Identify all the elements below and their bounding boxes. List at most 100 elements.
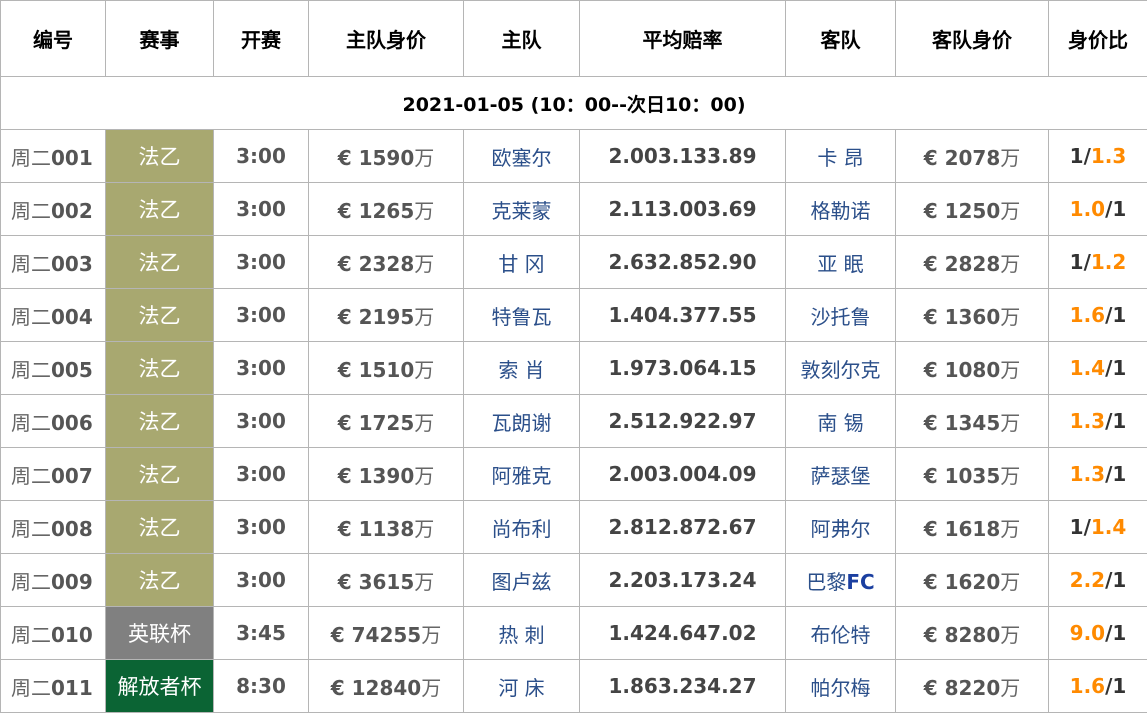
away-value: € 8280万	[895, 606, 1049, 660]
home-value-unit: 万	[421, 622, 442, 647]
value-ratio: 1.3/1	[1048, 447, 1147, 501]
away-value-amount: € 1250	[923, 198, 1001, 223]
away-value: € 1620万	[895, 553, 1049, 607]
ratio-right: /1	[1105, 197, 1127, 221]
home-value-amount: € 1390	[337, 463, 415, 488]
league-badge: 法乙	[105, 235, 214, 289]
away-value-unit: 万	[1000, 622, 1021, 647]
home-value-unit: 万	[421, 675, 442, 700]
average-odds: 1.973.064.15	[579, 341, 786, 395]
match-day: 周二	[11, 463, 51, 488]
table-row: 周二009 法乙 3:00 € 3615万 图卢兹 2.203.173.24 巴…	[0, 553, 1147, 607]
away-team-name: 沙托鲁	[810, 304, 871, 329]
away-value: € 2078万	[895, 129, 1049, 183]
match-id: 周二002	[0, 182, 106, 236]
away-value-unit: 万	[1000, 357, 1021, 382]
match-number: 002	[51, 198, 93, 223]
kickoff-time: 3:45	[213, 606, 309, 660]
away-team-name: 帕尔梅	[810, 675, 871, 700]
away-value: € 1618万	[895, 500, 1049, 554]
away-value-amount: € 8220	[923, 675, 1001, 700]
ratio-left: 1.6	[1069, 674, 1106, 698]
away-team: 南 锡	[785, 394, 896, 448]
home-team: 热 刺	[463, 606, 580, 660]
away-value: € 1360万	[895, 288, 1049, 342]
ratio-left: 1.3	[1069, 462, 1106, 486]
away-value-amount: € 1345	[923, 410, 1001, 435]
kickoff-time: 3:00	[213, 235, 309, 289]
league-badge: 法乙	[105, 182, 214, 236]
away-value-amount: € 2078	[923, 145, 1001, 170]
ratio-right: /1	[1105, 462, 1127, 486]
col-header-time: 开赛	[213, 0, 309, 77]
match-day: 周二	[11, 304, 51, 329]
match-id: 周二006	[0, 394, 106, 448]
match-number: 006	[51, 410, 93, 435]
average-odds: 2.203.173.24	[579, 553, 786, 607]
ratio-left: 1.6	[1069, 303, 1106, 327]
away-value-amount: € 2828	[923, 251, 1001, 276]
match-day: 周二	[11, 357, 51, 382]
match-id: 周二008	[0, 500, 106, 554]
match-id: 周二001	[0, 129, 106, 183]
ratio-right: /1	[1105, 674, 1127, 698]
value-ratio: 2.2/1	[1048, 553, 1147, 607]
match-day: 周二	[11, 569, 51, 594]
kickoff-time: 8:30	[213, 659, 309, 713]
home-value: € 2328万	[308, 235, 464, 289]
away-team-name: 阿弗尔	[810, 516, 871, 541]
home-value: € 12840万	[308, 659, 464, 713]
away-value-unit: 万	[1000, 145, 1021, 170]
match-number: 011	[51, 675, 93, 700]
away-value-unit: 万	[1000, 410, 1021, 435]
league-badge: 法乙	[105, 394, 214, 448]
match-number: 004	[51, 304, 93, 329]
home-value-amount: € 1265	[337, 198, 415, 223]
match-id: 周二010	[0, 606, 106, 660]
away-value: € 1080万	[895, 341, 1049, 395]
ratio-right: /1	[1105, 409, 1127, 433]
col-header-id: 编号	[0, 0, 106, 77]
away-team-name: 南 锡	[817, 410, 864, 435]
away-team: 帕尔梅	[785, 659, 896, 713]
home-team: 阿雅克	[463, 447, 580, 501]
away-value-unit: 万	[1000, 569, 1021, 594]
league-badge: 法乙	[105, 341, 214, 395]
home-value-unit: 万	[414, 357, 435, 382]
match-number: 010	[51, 622, 93, 647]
league-badge: 法乙	[105, 129, 214, 183]
match-number: 003	[51, 251, 93, 276]
home-value-amount: € 3615	[337, 569, 415, 594]
ratio-right: /1	[1105, 568, 1127, 592]
value-ratio: 1.4/1	[1048, 341, 1147, 395]
away-value: € 1345万	[895, 394, 1049, 448]
table-row: 周二006 法乙 3:00 € 1725万 瓦朗谢 2.512.922.97 南…	[0, 394, 1147, 448]
home-team: 河 床	[463, 659, 580, 713]
match-number: 007	[51, 463, 93, 488]
value-ratio: 1.0/1	[1048, 182, 1147, 236]
match-number: 001	[51, 145, 93, 170]
col-header-away: 客队	[785, 0, 896, 77]
ratio-left: 1.0	[1069, 197, 1106, 221]
kickoff-time: 3:00	[213, 394, 309, 448]
league-badge: 英联杯	[105, 606, 214, 660]
away-team-name: 巴黎	[806, 569, 847, 594]
home-value-amount: € 2195	[337, 304, 415, 329]
away-value-unit: 万	[1000, 304, 1021, 329]
home-team: 索 肖	[463, 341, 580, 395]
home-value: € 1390万	[308, 447, 464, 501]
ratio-right: 1.3	[1090, 144, 1127, 168]
match-odds-table: 编号 赛事 开赛 主队身价 主队 平均赔率 客队 客队身价 身价比 2021-0…	[0, 0, 1147, 713]
table-row: 周二003 法乙 3:00 € 2328万 甘 冈 2.632.852.90 亚…	[0, 235, 1147, 289]
away-team: 阿弗尔	[785, 500, 896, 554]
home-value-amount: € 12840	[330, 675, 422, 700]
away-value-unit: 万	[1000, 198, 1021, 223]
home-value: € 1138万	[308, 500, 464, 554]
away-value-unit: 万	[1000, 251, 1021, 276]
table-row: 周二005 法乙 3:00 € 1510万 索 肖 1.973.064.15 敦…	[0, 341, 1147, 395]
home-value-unit: 万	[414, 410, 435, 435]
value-ratio: 1.3/1	[1048, 394, 1147, 448]
ratio-right: 1.2	[1090, 250, 1127, 274]
kickoff-time: 3:00	[213, 447, 309, 501]
away-value-amount: € 1618	[923, 516, 1001, 541]
